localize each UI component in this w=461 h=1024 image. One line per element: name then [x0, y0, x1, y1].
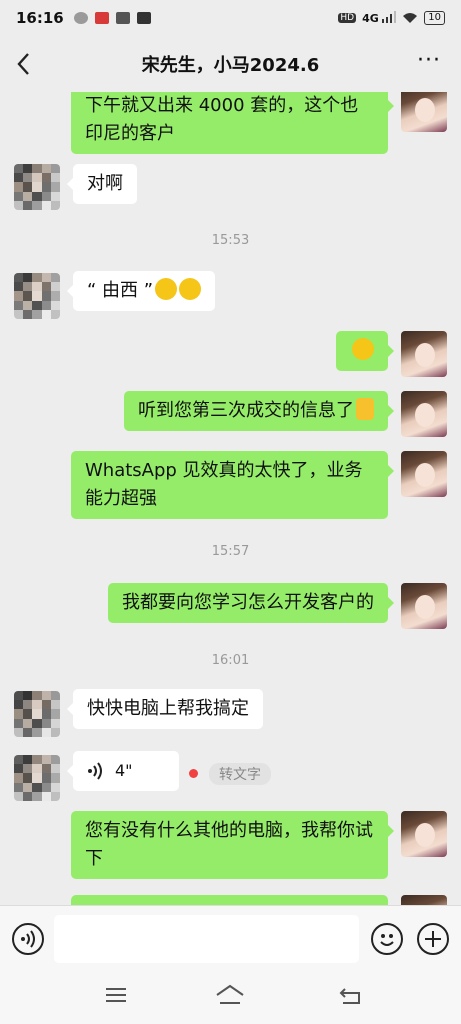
chat-message-list[interactable]: 下午就又出来 4000 套的，这个也印尼的客户 对啊 15:53 “ 由西 ” — [0, 92, 461, 905]
avatar-contact[interactable] — [14, 691, 60, 737]
message-bubble-outgoing[interactable]: WhatsApp 见效真的太快了，业务能力超强 — [71, 451, 394, 519]
message-text: 对啊 — [87, 173, 123, 194]
chat-title: 宋先生，小马2024.6 — [141, 55, 320, 76]
message-text: 快快电脑上帮我搞定 — [87, 698, 249, 719]
home-icon[interactable] — [214, 983, 246, 1007]
battery-icon: 10 — [424, 11, 445, 25]
avatar-self[interactable] — [401, 811, 447, 857]
signal-icon: 4G — [362, 11, 397, 25]
app-icon — [136, 12, 151, 24]
voice-message-bubble[interactable]: 4" — [67, 751, 179, 791]
confused-emoji-icon — [352, 338, 374, 360]
message-bubble-outgoing[interactable] — [71, 895, 388, 905]
avatar-contact[interactable] — [14, 273, 60, 319]
back-icon[interactable] — [337, 983, 365, 1007]
avatar-self[interactable] — [401, 451, 447, 497]
message-text: 我都要向您学习怎么开发客户的 — [122, 592, 374, 613]
message-bubble-incoming[interactable]: 快快电脑上帮我搞定 — [67, 689, 263, 729]
message-bubble-outgoing[interactable]: 我都要向您学习怎么开发客户的 — [108, 583, 394, 623]
emoji-icon[interactable] — [371, 923, 403, 955]
more-dots-icon[interactable]: ··· — [417, 50, 441, 72]
message-bubble-incoming[interactable]: 对啊 — [67, 164, 137, 204]
thumbs-up-emoji-icon — [356, 398, 374, 420]
status-bar: 16:16 HD 4G 10 — [0, 0, 461, 36]
chat-header: 宋先生，小马2024.6 ··· — [0, 36, 461, 92]
status-time: 16:16 — [16, 9, 64, 27]
avatar-self[interactable] — [401, 895, 447, 905]
laughing-emoji-icon — [155, 278, 178, 300]
hd-icon: HD — [338, 13, 357, 23]
avatar-self[interactable] — [401, 92, 447, 132]
menu-icon[interactable] — [102, 983, 130, 1007]
message-timestamp: 15:57 — [211, 544, 250, 559]
battery-level: 10 — [428, 12, 441, 23]
transcribe-button[interactable]: 转文字 — [209, 763, 271, 785]
message-text: “ 由西 ” — [87, 280, 154, 301]
app-icon — [94, 12, 109, 24]
avatar-contact[interactable] — [14, 164, 60, 210]
voice-duration: 4" — [115, 761, 133, 780]
message-bubble-incoming[interactable]: “ 由西 ” — [66, 271, 216, 311]
message-bubble-outgoing[interactable]: 您有没有什么其他的电脑，我帮你试下 — [71, 811, 394, 879]
message-timestamp: 15:53 — [211, 233, 250, 248]
message-text: 您有没有什么其他的电脑，我帮你试下 — [85, 820, 373, 869]
message-bubble-outgoing[interactable]: 听到您第三次成交的信息了 — [124, 391, 394, 431]
app-icon — [115, 12, 130, 24]
message-text: 听到您第三次成交的信息了 — [138, 400, 354, 421]
message-input[interactable] — [54, 915, 359, 963]
avatar-self[interactable] — [401, 391, 447, 437]
unread-dot — [189, 769, 198, 778]
voice-input-icon[interactable] — [12, 923, 44, 955]
message-bubble-outgoing[interactable]: 下午就又出来 4000 套的，这个也印尼的客户 — [71, 92, 394, 154]
wechat-icon — [73, 12, 88, 24]
message-bubble-outgoing[interactable] — [336, 331, 394, 371]
laughing-emoji-icon — [179, 278, 202, 300]
message-timestamp: 16:01 — [211, 653, 250, 668]
input-bar — [0, 905, 461, 969]
avatar-self[interactable] — [401, 331, 447, 377]
message-text: WhatsApp 见效真的太快了，业务能力超强 — [85, 460, 363, 509]
message-text: 下午就又出来 4000 套的，这个也印尼的客户 — [85, 95, 359, 144]
avatar-self[interactable] — [401, 583, 447, 629]
avatar-contact[interactable] — [14, 755, 60, 801]
wifi-icon — [403, 13, 418, 23]
chevron-left-icon[interactable] — [12, 50, 36, 78]
plus-icon[interactable] — [417, 923, 449, 955]
system-nav-bar — [0, 969, 461, 1024]
network-type: 4G — [362, 12, 379, 25]
voice-wave-icon — [88, 762, 102, 780]
